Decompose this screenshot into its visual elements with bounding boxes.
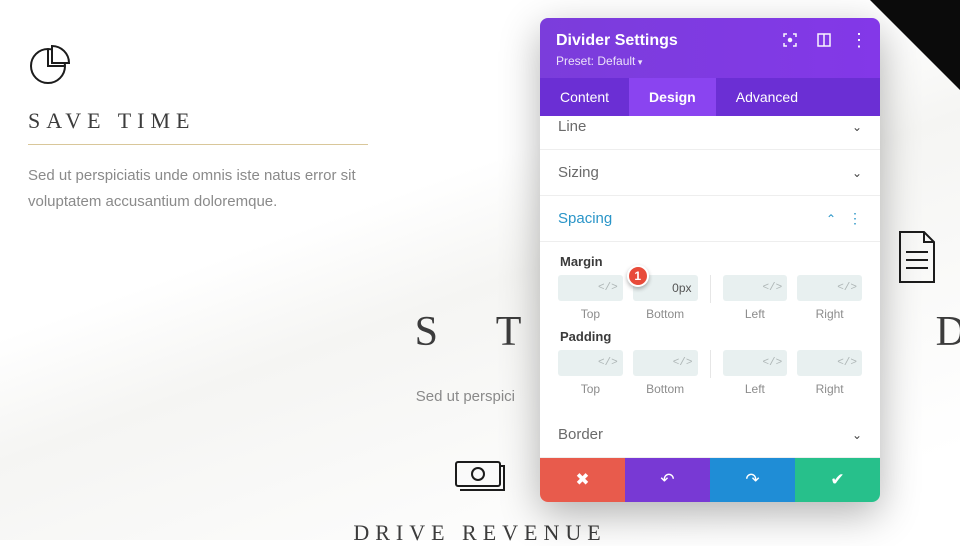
- tab-design[interactable]: Design: [629, 78, 716, 116]
- money-icon: [453, 456, 507, 492]
- side-label-right: Right: [797, 307, 862, 321]
- margin-top-input[interactable]: </>: [558, 275, 623, 301]
- feature-desc: Sed ut perspiciatis unde omnis iste natu…: [28, 163, 388, 214]
- padding-left-input[interactable]: </>: [723, 350, 788, 376]
- section-spacing[interactable]: Spacing ⌃⋮: [540, 196, 880, 242]
- padding-top-input[interactable]: </>: [558, 350, 623, 376]
- kebab-icon[interactable]: ⋮: [848, 216, 862, 222]
- settings-panel: Divider Settings Preset: Default ⋮ Conte…: [540, 18, 880, 502]
- undo-button[interactable]: ↶: [625, 458, 710, 502]
- margin-right-input[interactable]: </>: [797, 275, 862, 301]
- redo-button[interactable]: ↷: [710, 458, 795, 502]
- chevron-down-icon: ⌄: [852, 166, 862, 180]
- section-line[interactable]: Line⌄: [540, 116, 880, 150]
- margin-label: Margin: [560, 254, 862, 269]
- preset-selector[interactable]: Preset: Default: [556, 54, 864, 68]
- section-border[interactable]: Border⌄: [540, 412, 880, 458]
- bottom-title: DRIVE REVENUE: [353, 520, 606, 546]
- side-label-bottom: Bottom: [633, 307, 698, 321]
- section-sizing[interactable]: Sizing⌄: [540, 150, 880, 196]
- kebab-icon[interactable]: ⋮: [850, 36, 868, 45]
- padding-right-input[interactable]: </>: [797, 350, 862, 376]
- chevron-down-icon: ⌄: [852, 428, 862, 442]
- side-label-top: Top: [558, 307, 623, 321]
- margin-left-input[interactable]: </>: [723, 275, 788, 301]
- corner-fold: [870, 0, 960, 90]
- confirm-button[interactable]: ✔: [795, 458, 880, 502]
- padding-label: Padding: [560, 329, 862, 344]
- chevron-up-icon: ⌃: [826, 212, 836, 226]
- center-desc-left: Sed ut perspici: [416, 388, 515, 405]
- feature-title: SAVE TIME: [28, 108, 368, 145]
- padding-bottom-input[interactable]: </>: [633, 350, 698, 376]
- columns-icon[interactable]: [816, 32, 832, 48]
- side-label-left: Left: [723, 307, 788, 321]
- cancel-button[interactable]: ✖: [540, 458, 625, 502]
- document-icon: [896, 230, 938, 289]
- tab-advanced[interactable]: Advanced: [716, 78, 818, 116]
- tab-content[interactable]: Content: [540, 78, 629, 116]
- chevron-down-icon: ⌄: [852, 120, 862, 134]
- focus-icon[interactable]: [782, 32, 798, 48]
- step-badge: 1: [627, 265, 649, 287]
